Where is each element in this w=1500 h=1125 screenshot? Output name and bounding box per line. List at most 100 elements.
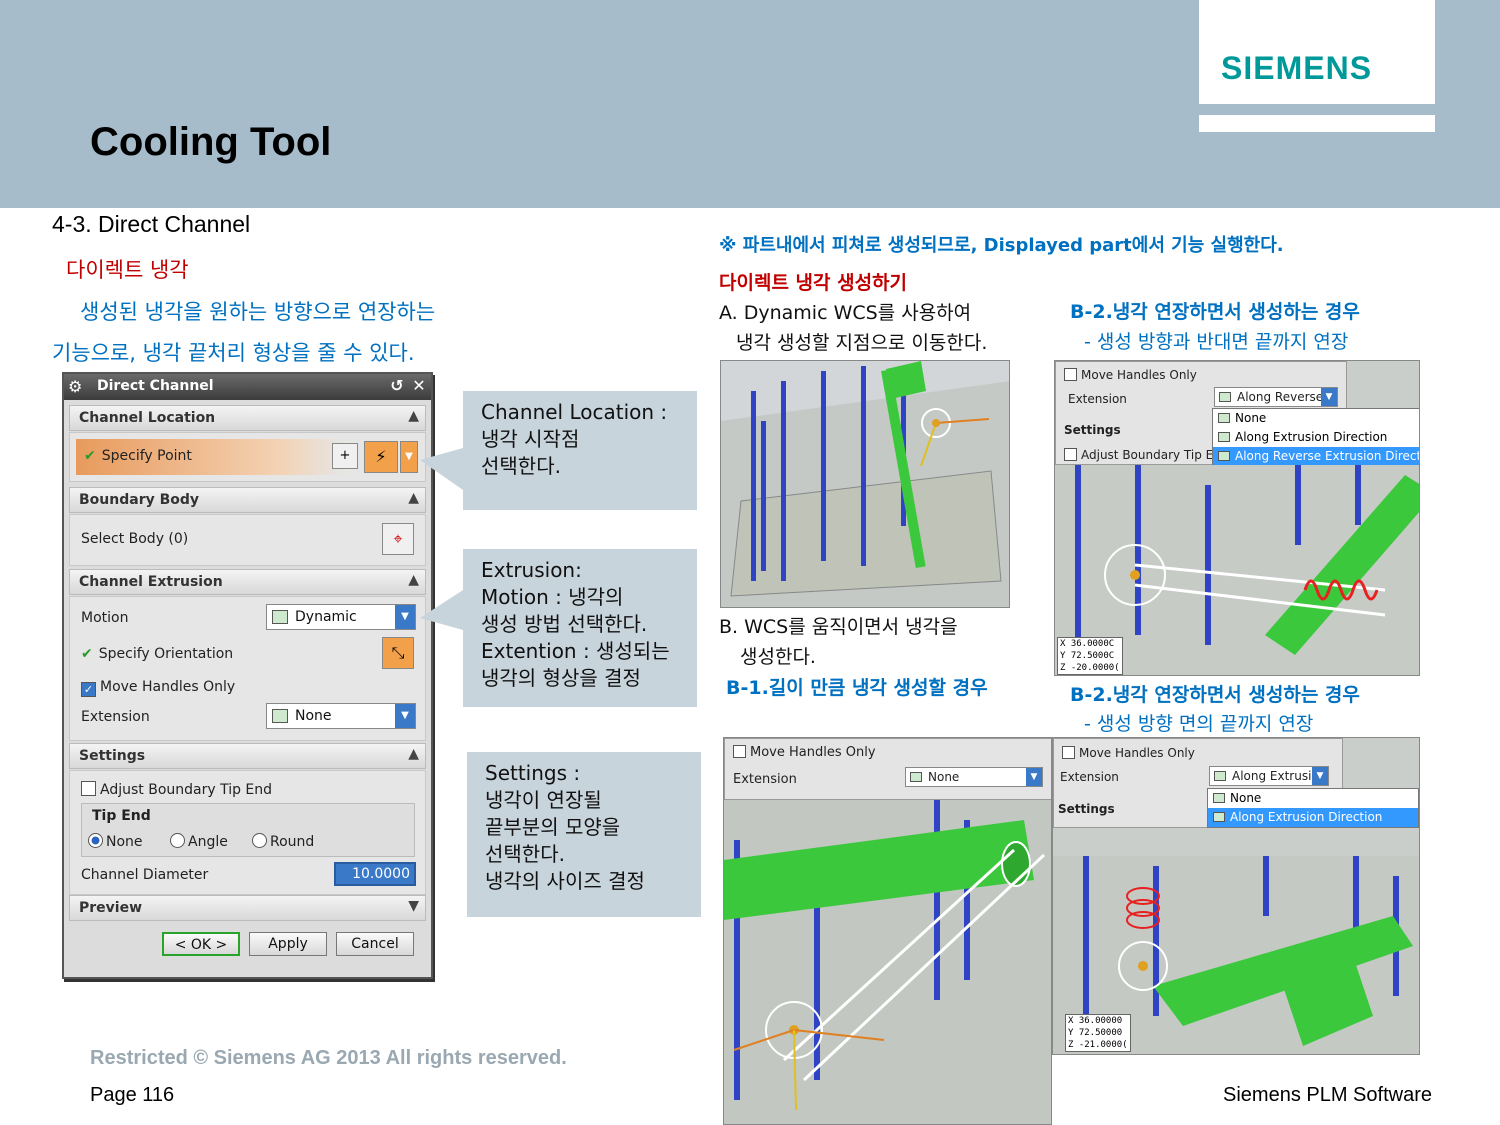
- cancel-button[interactable]: Cancel: [336, 932, 414, 956]
- shot-b2a-ext-select[interactable]: Along Reverse ▼: [1214, 387, 1338, 407]
- coord-x: X 36.0000C: [1060, 639, 1115, 649]
- coord-z: Z -21.0000(: [1068, 1040, 1128, 1050]
- page-number: Page 116: [90, 1084, 175, 1106]
- channel-extrusion-header[interactable]: Channel Extrusion ▲: [69, 569, 426, 595]
- shot-b2a-adjust-checkbox[interactable]: [1064, 448, 1077, 461]
- crosshair-icon[interactable]: ⌖: [382, 523, 414, 555]
- left-desc-line1: 생성된 냉각을 원하는 방향으로 연장하는: [80, 300, 436, 324]
- shot-b1-checkbox[interactable]: [733, 745, 746, 758]
- channel-diameter-label: Channel Diameter: [81, 867, 209, 883]
- shot-b1-move-handles-label: Move Handles Only: [750, 745, 876, 760]
- preview-header[interactable]: Preview ▼: [69, 895, 426, 921]
- adjust-boundary-row[interactable]: Adjust Boundary Tip End: [81, 781, 272, 798]
- coord-y: Y 72.50000: [1068, 1028, 1123, 1038]
- settings-label: Settings: [79, 748, 146, 764]
- radio-round-icon[interactable]: [252, 833, 267, 848]
- shot-b2b-menu: None Along Extrusion Direction: [1207, 788, 1419, 828]
- chevron-down-icon[interactable]: ▼: [395, 605, 415, 629]
- apply-button[interactable]: Apply: [249, 932, 327, 956]
- shot-b2b-ext-select[interactable]: Along Extrusio ▼: [1209, 766, 1329, 786]
- dialog-titlebar: ⚙ Direct Channel ↺ ✕: [64, 374, 431, 400]
- radio-none[interactable]: None: [88, 833, 143, 850]
- shot-b2a-checkbox[interactable]: [1064, 368, 1077, 381]
- dialog-title: Direct Channel: [97, 378, 214, 394]
- shot-b2b-menu-item[interactable]: None: [1208, 789, 1418, 808]
- chevron-down-icon[interactable]: ▼: [1026, 768, 1042, 786]
- callout-extrusion-line5: 냉각의 형상을 결정: [481, 666, 641, 690]
- coord-y: Y 72.5000C: [1060, 651, 1115, 661]
- gear-icon[interactable]: ⚙: [68, 377, 82, 396]
- channel-location-label: Channel Location: [79, 410, 216, 426]
- option-icon: [1214, 771, 1226, 781]
- settings-header[interactable]: Settings ▲: [69, 743, 426, 769]
- shot-b2a-settings: Settings: [1064, 423, 1121, 437]
- coord-z: Z -20.0000(: [1060, 663, 1120, 673]
- chevron-down-icon[interactable]: ▼: [1312, 767, 1328, 785]
- specify-orientation-row[interactable]: ✔ Specify Orientation: [81, 646, 233, 662]
- shot-b2b-ext-value: Along Extrusio: [1232, 769, 1319, 783]
- callout-settings-line2: 냉각이 연장될: [485, 788, 602, 812]
- extension-value: None: [295, 708, 332, 724]
- move-handles-row[interactable]: ✓ Move Handles Only: [81, 679, 235, 697]
- shot-b2a-menu-item[interactable]: None: [1213, 409, 1419, 428]
- callout-tail-location: [420, 448, 463, 490]
- move-handles-checkbox[interactable]: ✓: [81, 682, 96, 697]
- ok-button[interactable]: < OK >: [162, 932, 240, 956]
- radio-angle-label: Angle: [188, 834, 228, 850]
- point-type-icon[interactable]: ⚡: [364, 441, 398, 473]
- callout-settings-line4: 선택한다.: [485, 842, 565, 866]
- copyright: Restricted © Siemens AG 2013 All rights …: [90, 1047, 567, 1069]
- check-icon: ✔: [84, 448, 96, 464]
- callout-settings: Settings : 냉각이 연장될 끝부분의 모양을 선택한다. 냉각의 사이…: [467, 752, 701, 917]
- shot-b1-move-handles[interactable]: Move Handles Only: [733, 745, 876, 760]
- siemens-logo: SIEMENS: [1221, 50, 1373, 86]
- callout-extrusion-line4: Extention : 생성되는: [481, 639, 670, 663]
- brand-footer: Siemens PLM Software: [1223, 1084, 1432, 1106]
- specify-point-row[interactable]: ✔ Specify Point: [76, 439, 346, 475]
- motion-select[interactable]: Dynamic ▼: [266, 604, 416, 630]
- shot-b2a-viewport: Move Handles Only Extension Along Revers…: [1054, 360, 1420, 676]
- radio-round-label: Round: [270, 834, 315, 850]
- step-b-line2: 생성한다.: [740, 646, 816, 668]
- shot-b2b-coords: X 36.00000 Y 72.50000 Z -21.0000(: [1065, 1014, 1131, 1052]
- callout-tail-extrusion: [420, 590, 463, 630]
- radio-angle-icon[interactable]: [170, 833, 185, 848]
- shot-b1-ext-select[interactable]: None ▼: [905, 767, 1043, 787]
- adjust-boundary-checkbox[interactable]: [81, 781, 96, 796]
- reset-icon[interactable]: ↺: [387, 376, 407, 396]
- shot-b2a-extension: Extension: [1068, 392, 1127, 406]
- shot-b2b-move-handles[interactable]: Move Handles Only: [1062, 746, 1195, 760]
- shot-b2b-menu-item[interactable]: Along Extrusion Direction: [1208, 808, 1418, 827]
- orientation-icon[interactable]: ⤡: [382, 637, 414, 669]
- direct-channel-dialog: ⚙ Direct Channel ↺ ✕ Channel Location ▲ …: [62, 372, 433, 979]
- shot-b2a-ext-value: Along Reverse: [1237, 390, 1324, 404]
- shot-b2b-checkbox[interactable]: [1062, 746, 1075, 759]
- chevron-down-icon[interactable]: ▼: [395, 704, 415, 728]
- shot-a-graphic: [721, 361, 1009, 607]
- shot-b2a-menu-item[interactable]: Along Extrusion Direction: [1213, 428, 1419, 447]
- shot-b2a-adjust[interactable]: Adjust Boundary Tip En: [1064, 448, 1221, 462]
- channel-extrusion-body: Motion Dynamic ▼ ✔ Specify Orientation ⤡ …: [69, 596, 426, 741]
- channel-location-header[interactable]: Channel Location ▲: [69, 405, 426, 431]
- expand-icon[interactable]: ▼: [408, 898, 419, 914]
- shot-b2a-adjust-label: Adjust Boundary Tip En: [1081, 448, 1221, 462]
- radio-angle[interactable]: Angle: [170, 833, 228, 850]
- shot-b2a-move-handles[interactable]: Move Handles Only: [1064, 368, 1197, 382]
- shot-b2a-menu-item[interactable]: Along Reverse Extrusion Direction: [1213, 447, 1419, 466]
- boundary-body-header[interactable]: Boundary Body ▲: [69, 487, 426, 513]
- extension-select[interactable]: None ▼: [266, 703, 416, 729]
- left-heading: 다이렉트 냉각: [66, 258, 189, 282]
- shot-b2b-viewport: Move Handles Only Extension Along Extrus…: [1052, 737, 1420, 1055]
- radio-round[interactable]: Round: [252, 833, 314, 850]
- callout-location-line2: 냉각 시작점: [481, 427, 580, 451]
- radio-none-icon[interactable]: [88, 833, 103, 848]
- option-icon: [1213, 793, 1225, 803]
- boundary-body-label: Boundary Body: [79, 492, 200, 508]
- channel-diameter-input[interactable]: 10.0000: [334, 862, 416, 886]
- motion-label: Motion: [81, 610, 129, 626]
- option-icon: [1213, 812, 1225, 822]
- point-dialog-icon[interactable]: +: [332, 443, 358, 469]
- option-icon: [910, 772, 922, 782]
- tip-end-group: Tip End None Angle Round: [81, 803, 415, 857]
- chevron-down-icon[interactable]: ▼: [1321, 388, 1337, 406]
